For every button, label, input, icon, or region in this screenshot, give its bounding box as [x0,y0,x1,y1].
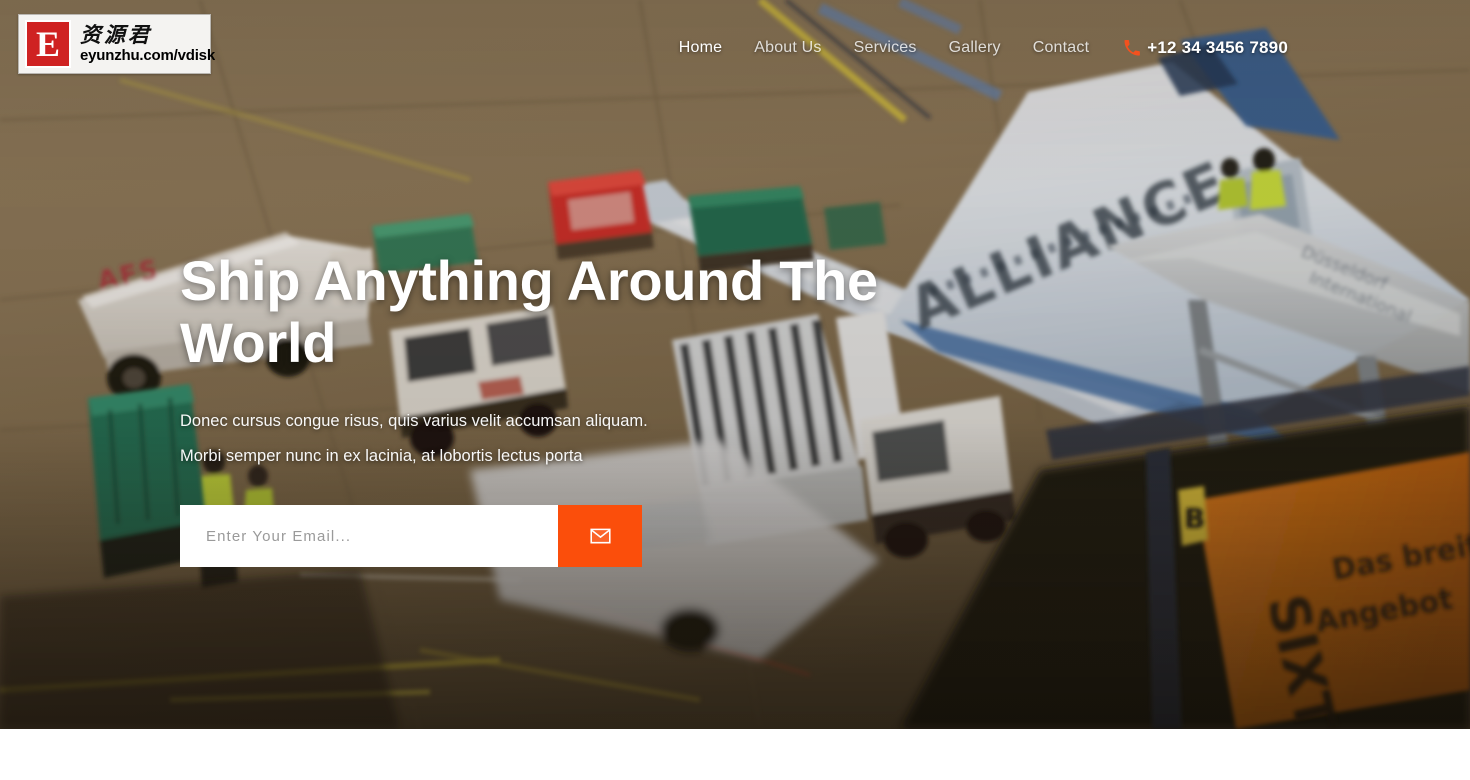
watermark-overlay: E 资源君 eyunzhu.com/vdisk [18,14,215,74]
watermark-url: eyunzhu.com/vdisk [80,47,215,65]
email-signup-form [180,505,642,568]
site-header: Carting Home About Us Services Gallery C… [0,0,1470,96]
watermark-logo-letter: E [35,24,60,64]
email-input[interactable] [180,505,558,568]
hero-subtitle: Donec cursus congue risus, quis varius v… [180,404,800,474]
hero-content: Ship Anything Around The World Donec cur… [180,249,940,568]
phone-number[interactable]: +12 34 3456 7890 [1147,38,1288,58]
hero-subtitle-line-2: Morbi semper nunc in ex lacinia, at lobo… [180,447,583,466]
nav-link-gallery[interactable]: Gallery [933,39,1017,57]
watermark-text-block: 资源君 eyunzhu.com/vdisk [80,24,215,64]
below-fold-section [0,729,1470,780]
nav-link-about-us[interactable]: About Us [738,39,837,57]
submit-email-button[interactable] [558,505,642,568]
nav-link-contact[interactable]: Contact [1017,39,1106,57]
phone-icon [1123,39,1141,57]
watermark-logo-mark: E [25,20,71,68]
watermark-chinese-text: 资源君 [80,23,152,48]
hero-title: Ship Anything Around The World [180,249,878,375]
nav-link-services[interactable]: Services [838,39,933,57]
main-navigation: Home About Us Services Gallery Contact +… [663,38,1288,58]
header-phone[interactable]: +12 34 3456 7890 [1123,38,1288,58]
hero-subtitle-line-1: Donec cursus congue risus, quis varius v… [180,412,648,431]
envelope-icon [589,528,611,544]
hero-section: AFS ALLIANCE Düsseldorf International Ho… [0,0,1470,729]
nav-link-home[interactable]: Home [663,39,738,57]
